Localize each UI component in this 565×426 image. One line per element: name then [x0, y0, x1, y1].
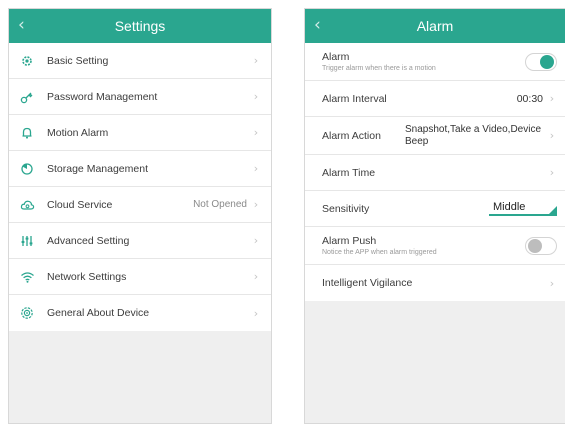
settings-item-general-about-device[interactable]: General About Device ›	[9, 295, 271, 331]
toggle-knob	[540, 54, 554, 69]
cloud-icon	[19, 197, 35, 213]
chevron-right-icon: ›	[253, 198, 259, 211]
bell-icon	[19, 125, 35, 141]
settings-item-label: Password Management	[47, 90, 158, 103]
alarm-time-label: Alarm Time	[322, 166, 376, 179]
alarm-push-toggle-switch[interactable]	[525, 236, 557, 255]
settings-item-motion-alarm[interactable]: Motion Alarm ›	[9, 115, 271, 151]
sensitivity-row: Sensitivity Middle	[305, 191, 565, 227]
chevron-right-icon: ›	[549, 276, 555, 290]
chevron-right-icon: ›	[253, 126, 259, 139]
settings-header: ‹ Settings	[9, 9, 271, 43]
chevron-right-icon: ›	[253, 54, 259, 67]
settings-item-basic-setting[interactable]: Basic Setting ›	[9, 43, 271, 79]
alarm-toggle-switch[interactable]	[525, 52, 557, 71]
settings-item-label: Advanced Setting	[47, 234, 130, 247]
chevron-right-icon: ›	[253, 234, 259, 247]
cloud-service-status: Not Opened	[193, 199, 247, 210]
settings-item-label: Motion Alarm	[47, 126, 109, 139]
settings-item-cloud-service[interactable]: Cloud Service Not Opened ›	[9, 187, 271, 223]
toggle-knob	[528, 238, 542, 253]
chevron-right-icon: ›	[253, 306, 259, 320]
sensitivity-select[interactable]: Middle	[489, 201, 557, 216]
page-title: Alarm	[416, 18, 454, 34]
sensitivity-value: Middle	[493, 201, 526, 213]
alarm-push-description: Notice the APP when alarm triggered	[322, 249, 437, 256]
page-title: Settings	[114, 18, 166, 34]
back-button[interactable]: ‹	[314, 15, 321, 35]
alarm-label: Alarm	[322, 51, 350, 63]
sliders-icon	[19, 233, 35, 249]
settings-item-advanced-setting[interactable]: Advanced Setting ›	[9, 223, 271, 259]
alarm-action-value: Snapshot,Take a Video,Device Beep	[405, 123, 542, 147]
gear-icon	[19, 53, 35, 69]
settings-item-label: General About Device	[47, 307, 150, 319]
settings-screen: ‹ Settings Basic Setting › Password Mana…	[8, 8, 272, 424]
alarm-time-row[interactable]: Alarm Time ›	[305, 155, 565, 191]
chevron-right-icon: ›	[549, 166, 555, 179]
chevron-right-icon: ›	[549, 129, 555, 142]
settings-list: Basic Setting › Password Management › Mo…	[9, 43, 271, 331]
alarm-push-row: Alarm Push Notice the APP when alarm tri…	[305, 227, 565, 265]
intelligent-vigilance-label: Intelligent Vigilance	[322, 277, 413, 289]
alarm-interval-label: Alarm Interval	[322, 92, 387, 105]
alarm-interval-row[interactable]: Alarm Interval 00:30 ›	[305, 81, 565, 117]
alarm-action-label: Alarm Action	[322, 129, 381, 142]
settings-item-password-management[interactable]: Password Management ›	[9, 79, 271, 115]
alarm-push-label: Alarm Push	[322, 235, 377, 247]
settings-item-network-settings[interactable]: Network Settings ›	[9, 259, 271, 295]
settings-item-label: Cloud Service	[47, 198, 113, 211]
chevron-right-icon: ›	[549, 92, 555, 105]
settings-item-storage-management[interactable]: Storage Management ›	[9, 151, 271, 187]
settings-item-label: Network Settings	[47, 270, 127, 283]
alarm-action-row[interactable]: Alarm Action Snapshot,Take a Video,Devic…	[305, 117, 565, 155]
dropdown-triangle-icon	[549, 206, 557, 214]
alarm-toggle-row: Alarm Trigger alarm when there is a moti…	[305, 43, 565, 81]
alarm-header: ‹ Alarm	[305, 9, 565, 43]
sensitivity-label: Sensitivity	[322, 202, 370, 215]
alarm-interval-value: 00:30	[516, 92, 543, 105]
alarm-screen: ‹ Alarm Alarm Trigger alarm when there i…	[304, 8, 565, 424]
intelligent-vigilance-row[interactable]: Intelligent Vigilance ›	[305, 265, 565, 301]
key-icon	[19, 89, 35, 105]
settings-item-label: Storage Management	[47, 162, 148, 175]
wifi-icon	[19, 269, 35, 285]
back-button[interactable]: ‹	[18, 15, 25, 35]
device-gear-icon	[19, 305, 35, 321]
chevron-right-icon: ›	[253, 90, 259, 103]
settings-item-label: Basic Setting	[47, 54, 109, 67]
chevron-right-icon: ›	[253, 270, 259, 283]
chevron-right-icon: ›	[253, 162, 259, 175]
alarm-description: Trigger alarm when there is a motion	[322, 65, 436, 72]
storage-icon	[19, 161, 35, 177]
